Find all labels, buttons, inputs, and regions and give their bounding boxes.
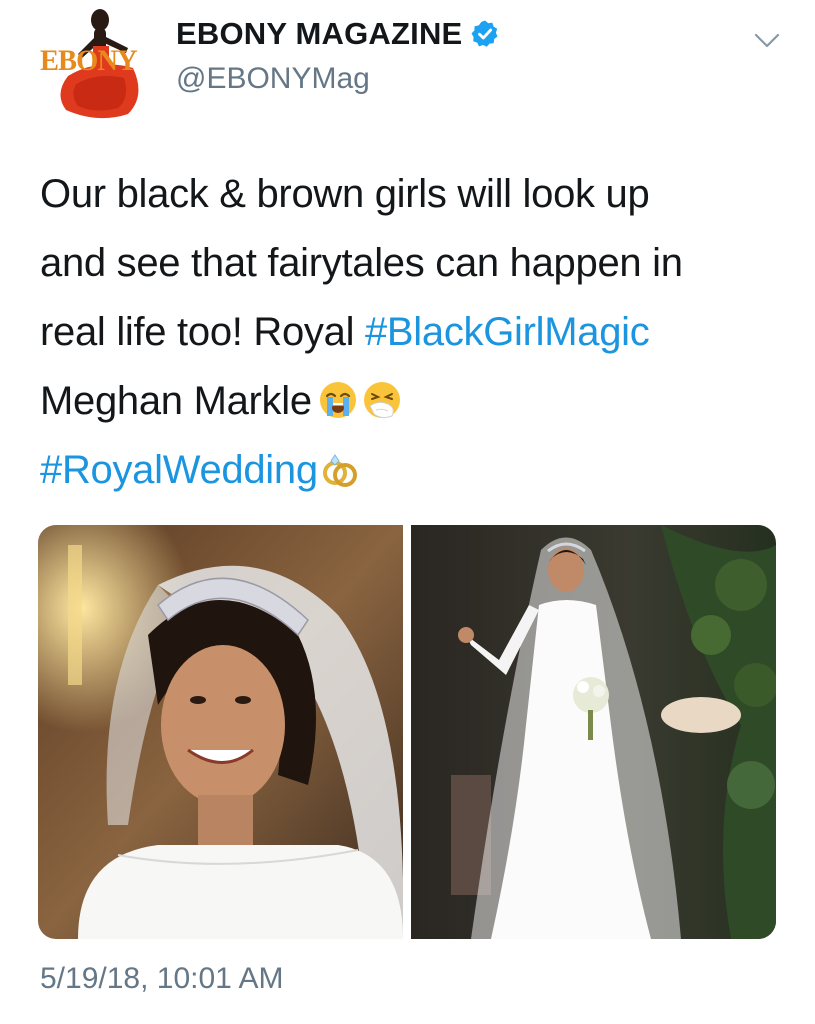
bride-full-gown-photo[interactable] (411, 525, 776, 939)
text-segment: Meghan Markle (40, 379, 312, 423)
avatar[interactable]: EBONY (38, 6, 158, 124)
chevron-down-icon[interactable] (750, 26, 784, 56)
tweet-text-line: and see that fairytales can happen in (40, 229, 785, 298)
avatar-logo-text: EBONY (40, 44, 138, 77)
tweet-text-line: #RoyalWedding (40, 436, 785, 505)
user-handle[interactable]: @EBONYMag (176, 62, 370, 96)
loudly-crying-face-icon (318, 380, 358, 420)
tweet-text-line: Meghan Markle (40, 367, 785, 436)
tweet-text: Our black & brown girls will look up and… (40, 160, 785, 505)
hashtag-royal-wedding[interactable]: #RoyalWedding (40, 448, 318, 492)
text-segment: Our black & brown girls will look up (40, 172, 650, 216)
text-segment: real life too! Royal (40, 310, 365, 354)
text-segment: and see that fairytales can happen in (40, 241, 683, 285)
tweet-header: EBONY EBONY MAGAZINE @EBONYMag (38, 6, 798, 126)
display-name[interactable]: EBONY MAGAZINE (176, 16, 462, 52)
sneezing-face-icon (362, 380, 402, 420)
tweet-timestamp[interactable]: 5/19/18, 10:01 AM (40, 962, 284, 996)
media-grid (38, 525, 776, 939)
rings-icon (320, 449, 360, 489)
tweet-text-line: Our black & brown girls will look up (40, 160, 785, 229)
display-name-row: EBONY MAGAZINE (176, 14, 500, 54)
hashtag-black-girl-magic[interactable]: #BlackGirlMagic (365, 310, 650, 354)
tweet-text-line: real life too! Royal #BlackGirlMagic (40, 298, 785, 367)
verified-badge-icon (470, 19, 500, 49)
bride-portrait-photo[interactable] (38, 525, 403, 939)
tweet-card: EBONY EBONY MAGAZINE @EBONYMag Our black… (0, 0, 815, 1024)
